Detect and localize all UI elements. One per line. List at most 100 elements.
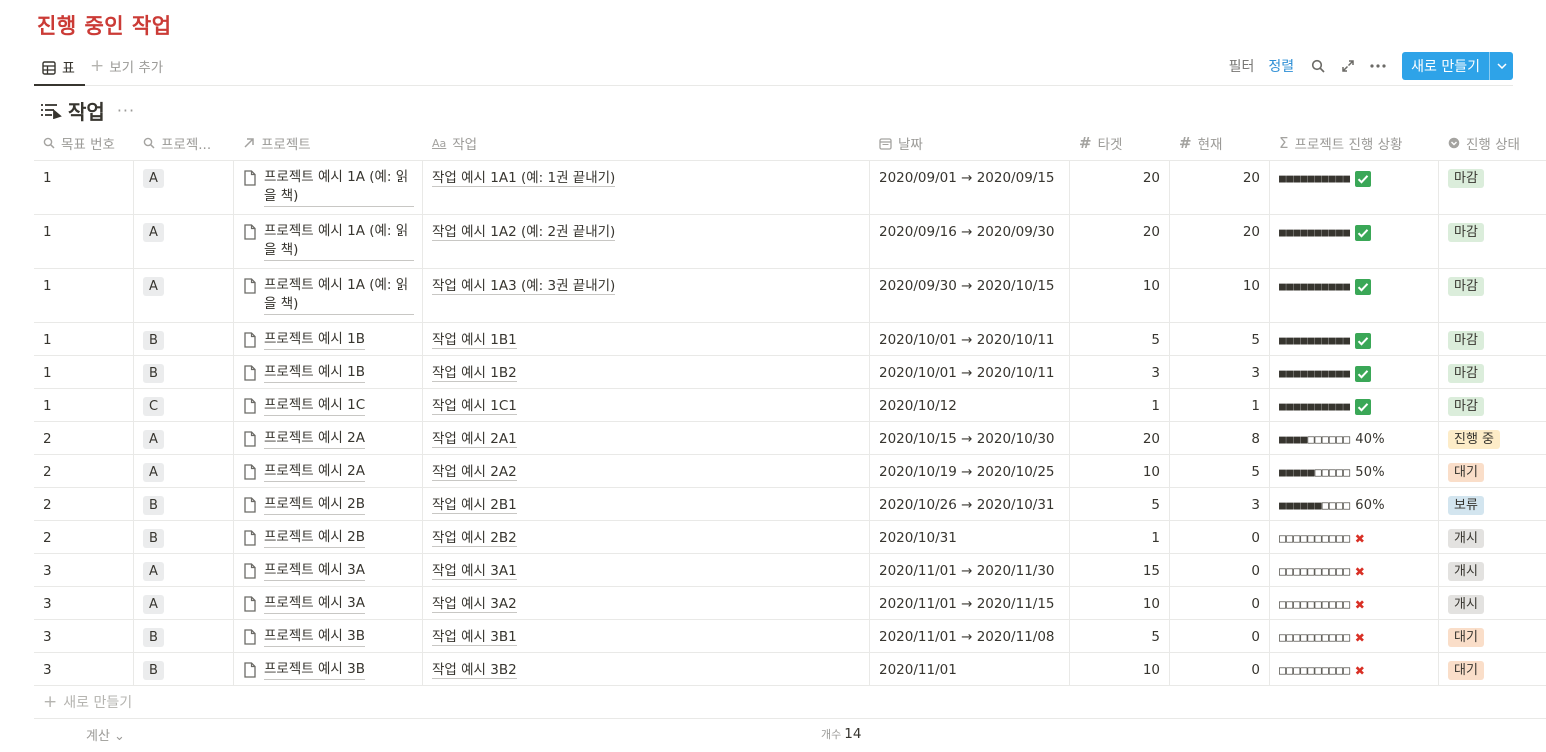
status-cell[interactable]: 진행 중 [1439,422,1546,454]
task-title[interactable]: 작업 예시 2A1 [432,431,517,448]
task-cell[interactable]: 작업 예시 3A2 [423,587,870,619]
project-tag-cell[interactable]: B [134,620,234,652]
table-row[interactable]: 3 A 프로젝트 예시 3A 작업 예시 3A1 2020/11/01 → 2020/1… [34,554,1546,587]
new-button-label[interactable]: 새로 만들기 [1402,52,1489,80]
table-row[interactable]: 1 B 프로젝트 예시 1B 작업 예시 1B2 2020/10/01 → 2020/1… [34,356,1546,389]
current-cell[interactable]: 3 [1170,356,1270,388]
table-row[interactable]: 1 A 프로젝트 예시 1A (예: 읽을 책) 작업 예시 1A2 (예: 2권 끝… [34,215,1546,269]
project-link[interactable]: 프로젝트 예시 2B [264,495,365,515]
task-cell[interactable]: 작업 예시 1A2 (예: 2권 끝내기) [423,215,870,268]
project-tag-cell[interactable]: B [134,356,234,388]
col-project-tag[interactable]: 프로젝... [134,126,234,160]
project-cell[interactable]: 프로젝트 예시 1B [234,323,423,355]
project-tag-cell[interactable]: A [134,161,234,214]
date-cell[interactable]: 2020/11/01 [870,653,1070,685]
project-tag-cell[interactable]: A [134,269,234,322]
status-cell[interactable]: 대기 [1439,455,1546,487]
task-title[interactable]: 작업 예시 1A3 (예: 3권 끝내기) [432,278,616,295]
project-tag-cell[interactable]: C [134,389,234,421]
target-cell[interactable]: 5 [1070,620,1170,652]
project-tag-cell[interactable]: A [134,455,234,487]
sort-button[interactable]: 정렬 [1268,56,1294,76]
status-cell[interactable]: 개시 [1439,554,1546,586]
table-row[interactable]: 2 A 프로젝트 예시 2A 작업 예시 2A1 2020/10/15 → 2020/1… [34,422,1546,455]
date-cell[interactable]: 2020/10/12 [870,389,1070,421]
date-cell[interactable]: 2020/11/01 → 2020/11/30 [870,554,1070,586]
col-current[interactable]: # 현재 [1170,126,1270,160]
project-tag-cell[interactable]: B [134,653,234,685]
table-row[interactable]: 3 B 프로젝트 예시 3B 작업 예시 3B2 2020/11/01 10 0 □□□□□□… [34,653,1546,686]
project-tag-cell[interactable]: A [134,422,234,454]
task-cell[interactable]: 작업 예시 3B2 [423,653,870,685]
col-goal-number[interactable]: 목표 번호 [34,126,134,160]
col-progress[interactable]: Σ 프로젝트 진행 상황 [1270,126,1439,160]
project-cell[interactable]: 프로젝트 예시 3B [234,653,423,685]
project-link[interactable]: 프로젝트 예시 1B [264,363,365,383]
date-cell[interactable]: 2020/10/19 → 2020/10/25 [870,455,1070,487]
current-cell[interactable]: 8 [1170,422,1270,454]
project-cell[interactable]: 프로젝트 예시 1B [234,356,423,388]
project-cell[interactable]: 프로젝트 예시 1A (예: 읽을 책) [234,161,423,214]
status-cell[interactable]: 마감 [1439,269,1546,322]
current-cell[interactable]: 20 [1170,161,1270,214]
task-title[interactable]: 작업 예시 2A2 [432,464,517,481]
target-cell[interactable]: 20 [1070,161,1170,214]
goal-number-cell[interactable]: 2 [34,455,134,487]
more-icon[interactable]: ··· [117,101,135,120]
current-cell[interactable]: 0 [1170,620,1270,652]
target-cell[interactable]: 3 [1070,356,1170,388]
task-cell[interactable]: 작업 예시 2A1 [423,422,870,454]
task-cell[interactable]: 작업 예시 1C1 [423,389,870,421]
current-cell[interactable]: 5 [1170,323,1270,355]
table-row[interactable]: 2 B 프로젝트 예시 2B 작업 예시 2B2 2020/10/31 1 0 □□□□□□□… [34,521,1546,554]
goal-number-cell[interactable]: 1 [34,215,134,268]
current-cell[interactable]: 20 [1170,215,1270,268]
current-cell[interactable]: 0 [1170,554,1270,586]
calculate-button[interactable]: 계산 ⌄ [86,725,125,744]
project-link[interactable]: 프로젝트 예시 3A [264,561,365,581]
project-link[interactable]: 프로젝트 예시 1A (예: 읽을 책) [264,276,414,315]
goal-number-cell[interactable]: 1 [34,356,134,388]
current-cell[interactable]: 0 [1170,653,1270,685]
project-cell[interactable]: 프로젝트 예시 3B [234,620,423,652]
project-link[interactable]: 프로젝트 예시 2A [264,462,365,482]
add-view-button[interactable]: + 보기 추가 [90,52,163,80]
goal-number-cell[interactable]: 3 [34,653,134,685]
project-cell[interactable]: 프로젝트 예시 1C [234,389,423,421]
project-cell[interactable]: 프로젝트 예시 3A [234,587,423,619]
target-cell[interactable]: 20 [1070,422,1170,454]
target-cell[interactable]: 10 [1070,455,1170,487]
col-task[interactable]: Aa 작업 [423,126,870,160]
task-cell[interactable]: 작업 예시 1A1 (예: 1권 끝내기) [423,161,870,214]
task-title[interactable]: 작업 예시 3A1 [432,563,517,580]
more-icon[interactable] [1368,56,1388,76]
project-tag-cell[interactable]: B [134,521,234,553]
status-cell[interactable]: 개시 [1439,587,1546,619]
project-link[interactable]: 프로젝트 예시 2A [264,429,365,449]
col-target[interactable]: # 타겟 [1070,126,1170,160]
task-cell[interactable]: 작업 예시 3A1 [423,554,870,586]
project-tag-cell[interactable]: B [134,488,234,520]
date-cell[interactable]: 2020/10/01 → 2020/10/11 [870,323,1070,355]
target-cell[interactable]: 5 [1070,488,1170,520]
project-link[interactable]: 프로젝트 예시 3B [264,660,365,680]
new-button[interactable]: 새로 만들기 [1402,52,1513,80]
goal-number-cell[interactable]: 3 [34,554,134,586]
status-cell[interactable]: 마감 [1439,161,1546,214]
current-cell[interactable]: 0 [1170,587,1270,619]
project-cell[interactable]: 프로젝트 예시 3A [234,554,423,586]
goal-number-cell[interactable]: 1 [34,323,134,355]
project-cell[interactable]: 프로젝트 예시 2B [234,521,423,553]
project-cell[interactable]: 프로젝트 예시 1A (예: 읽을 책) [234,269,423,322]
date-cell[interactable]: 2020/10/26 → 2020/10/31 [870,488,1070,520]
target-cell[interactable]: 1 [1070,521,1170,553]
chevron-down-icon[interactable] [1489,52,1513,80]
col-project[interactable]: 프로젝트 [234,126,423,160]
table-row[interactable]: 2 B 프로젝트 예시 2B 작업 예시 2B1 2020/10/26 → 2020/1… [34,488,1546,521]
project-tag-cell[interactable]: A [134,554,234,586]
target-cell[interactable]: 5 [1070,323,1170,355]
target-cell[interactable]: 20 [1070,215,1170,268]
task-title[interactable]: 작업 예시 1A2 (예: 2권 끝내기) [432,224,616,241]
task-title[interactable]: 작업 예시 3B2 [432,662,517,679]
target-cell[interactable]: 10 [1070,269,1170,322]
